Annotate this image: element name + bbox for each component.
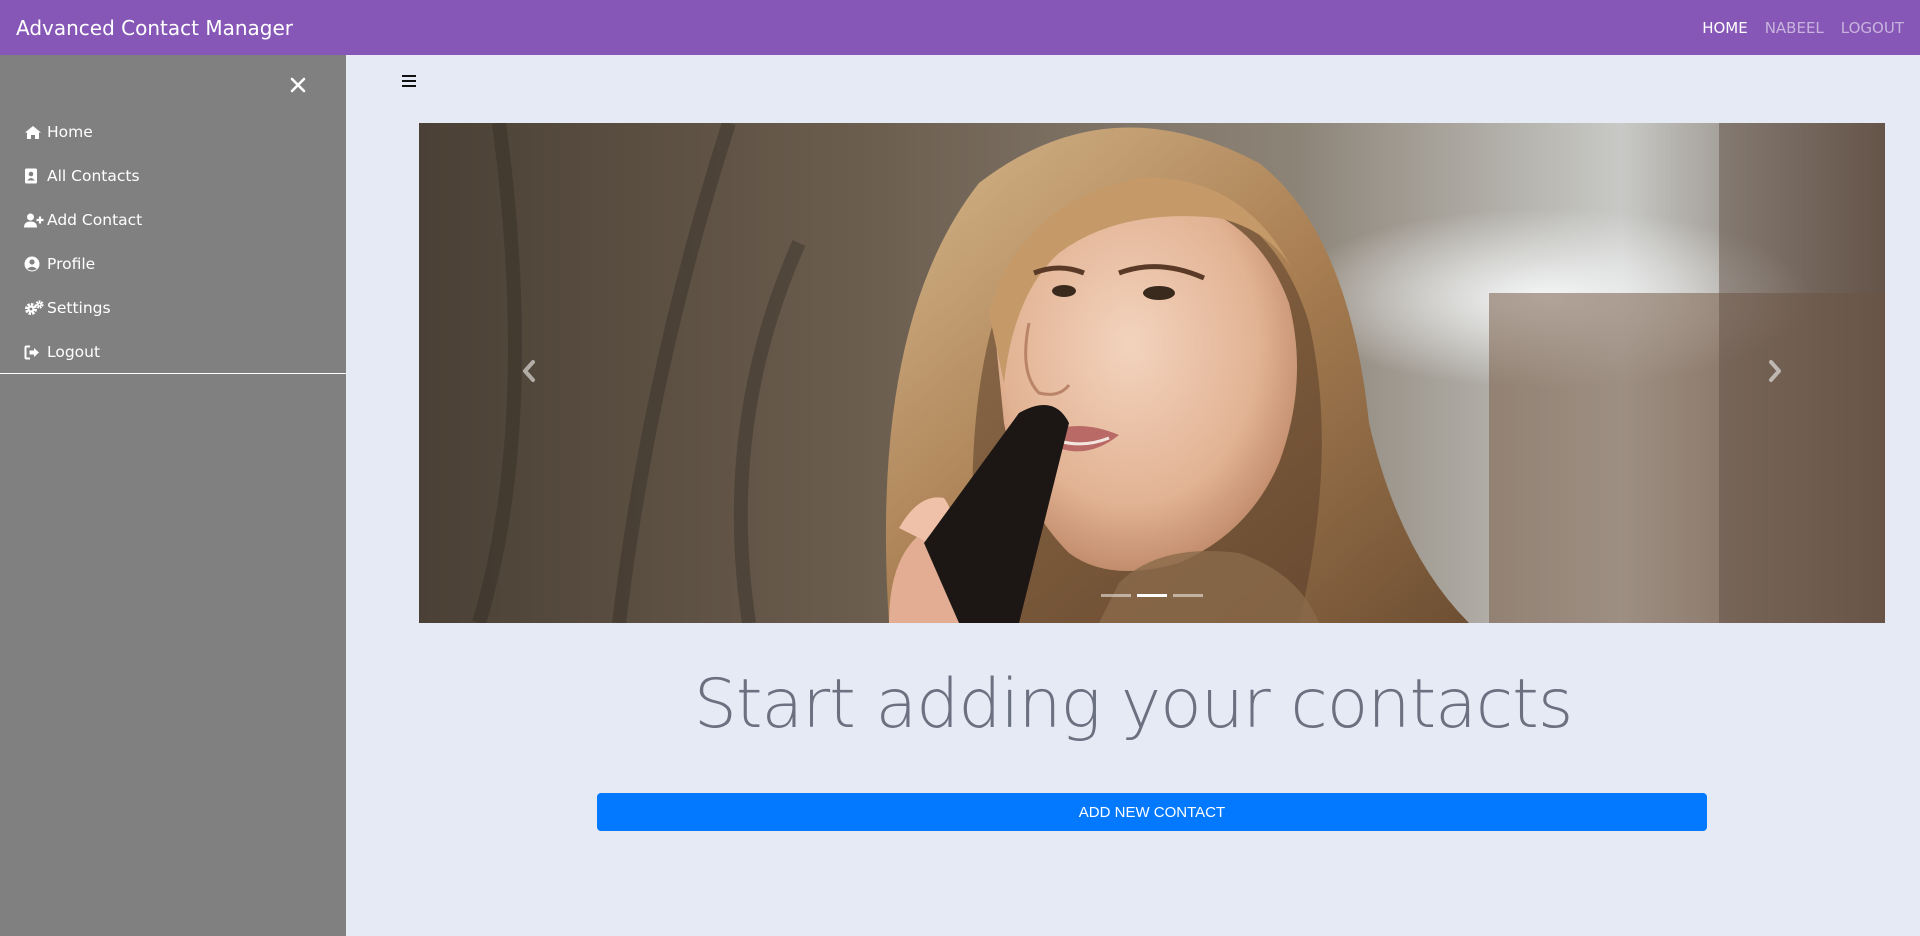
sidebar-item-add-contact[interactable]: Add Contact	[24, 198, 142, 242]
sidebar-item-label: Profile	[47, 255, 96, 273]
sidebar-item-label: Add Contact	[47, 211, 143, 229]
carousel-prev-button[interactable]	[419, 123, 639, 623]
close-icon[interactable]	[286, 73, 310, 97]
sidebar-item-logout[interactable]: Logout	[24, 330, 142, 374]
top-navbar: Advanced Contact Manager HOME NABEEL LOG…	[0, 0, 1920, 55]
user-plus-icon	[24, 212, 44, 228]
sidebar-item-label: Home	[47, 123, 93, 141]
nav-link-user[interactable]: NABEEL	[1765, 19, 1824, 37]
sidebar-item-label: Logout	[47, 343, 101, 361]
carousel-indicator[interactable]	[1101, 594, 1131, 597]
user-circle-icon	[24, 256, 44, 272]
sign-out-icon	[24, 344, 44, 360]
image-carousel	[419, 123, 1885, 623]
home-icon	[24, 124, 44, 140]
sidebar-divider	[0, 373, 346, 374]
page-headline: Start adding your contacts	[693, 665, 1574, 744]
add-new-contact-button[interactable]: ADD NEW CONTACT	[597, 793, 1707, 831]
app-brand[interactable]: Advanced Contact Manager	[16, 16, 293, 40]
sidebar: Home All Contacts Add Contact Profile Se…	[0, 55, 346, 936]
nav-links: HOME NABEEL LOGOUT	[1702, 19, 1904, 37]
sidebar-item-label: All Contacts	[47, 167, 140, 185]
hamburger-icon[interactable]	[400, 72, 418, 90]
sidebar-item-home[interactable]: Home	[24, 110, 142, 154]
chevron-left-icon	[521, 359, 537, 387]
address-book-icon	[24, 168, 44, 184]
main-content: Start adding your contacts ADD NEW CONTA…	[346, 55, 1920, 936]
carousel-next-button[interactable]	[1665, 123, 1885, 623]
sidebar-item-settings[interactable]: Settings	[24, 286, 142, 330]
carousel-indicator[interactable]	[1137, 594, 1167, 597]
sidebar-item-all-contacts[interactable]: All Contacts	[24, 154, 142, 198]
nav-link-logout[interactable]: LOGOUT	[1841, 19, 1904, 37]
gears-icon	[24, 300, 44, 316]
sidebar-item-label: Settings	[47, 299, 111, 317]
carousel-indicators	[419, 594, 1885, 597]
chevron-right-icon	[1767, 359, 1783, 387]
carousel-indicator[interactable]	[1173, 594, 1203, 597]
nav-link-home[interactable]: HOME	[1702, 19, 1748, 37]
sidebar-menu: Home All Contacts Add Contact Profile Se…	[24, 110, 142, 374]
sidebar-item-profile[interactable]: Profile	[24, 242, 142, 286]
